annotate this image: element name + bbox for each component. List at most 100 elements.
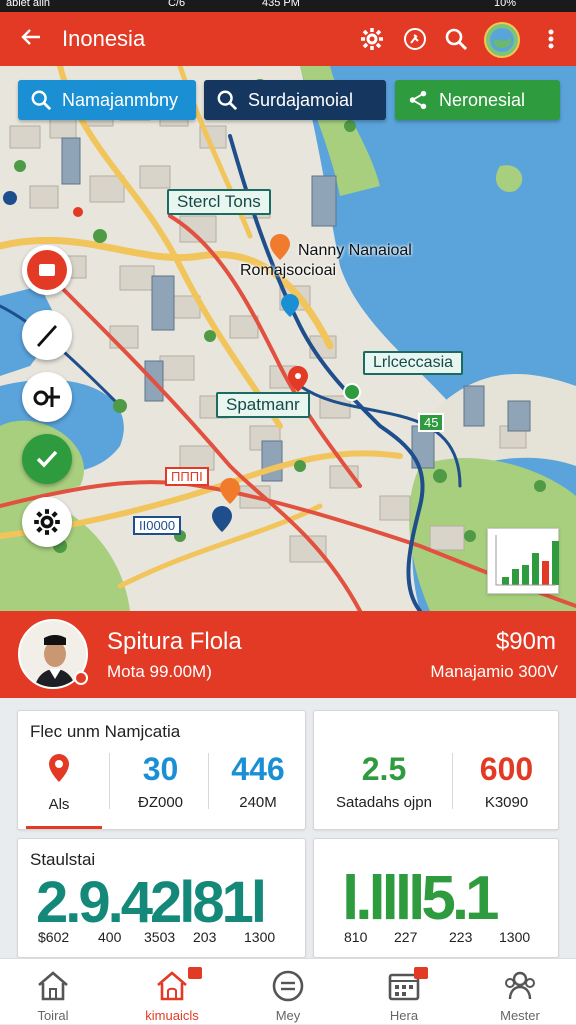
figure-label: 223 (449, 929, 473, 945)
nav-label: Hera (389, 1008, 419, 1023)
divider (109, 753, 110, 809)
run-icon (404, 28, 426, 50)
map-badge-red[interactable]: ΠΠΠΙ (165, 467, 209, 486)
stats-card-2[interactable]: 2.5 Satadahs ojpn 600 K3090 (313, 710, 559, 830)
map-view[interactable]: Stercl Tons Nanny Nanaioal Romajsocioai … (0, 66, 576, 611)
status-carrier: C/6 (168, 0, 186, 9)
stats-card-3[interactable]: Staulstai 2.9.42l81l $602 400 3503 203 1… (17, 838, 306, 958)
metric-600: 600 K3090 (459, 751, 554, 811)
nav-label: kimuaicls (145, 1008, 199, 1023)
status-left-text: ablet alin (6, 0, 51, 9)
figure-label: 227 (394, 929, 418, 945)
mini-chart-bar (542, 561, 549, 585)
avatar[interactable] (484, 22, 520, 58)
nav-label: Mester (500, 1008, 540, 1023)
bottom-nav: Toiral kimuaicls Mey Hera Mester (0, 958, 576, 1024)
settings-button[interactable] (357, 24, 387, 54)
metric-value: 446 (231, 751, 285, 787)
fab-settings[interactable] (22, 497, 72, 547)
sliders-icon (33, 387, 60, 407)
more-vert-icon (548, 29, 554, 49)
mini-chart-bar (502, 577, 509, 585)
mini-chart-bar (532, 553, 539, 585)
arrow-left-icon (21, 29, 40, 45)
metric-als: Als (28, 753, 90, 813)
nav-label: Mey (275, 1008, 301, 1023)
home-badge-icon (157, 971, 187, 1001)
chip-surdajamoial[interactable]: Surdajamoial (204, 80, 386, 120)
metric-2-5: 2.5 Satadahs ojpn (322, 751, 446, 811)
check-icon (36, 450, 58, 468)
metric-label: 240M (239, 794, 277, 811)
figure-label: 400 (98, 929, 122, 945)
profile-amount: $90m (495, 628, 556, 655)
figure-label: 1300 (499, 929, 531, 945)
mini-chart-bar (522, 565, 529, 585)
profile-banner[interactable]: Spitura Flola Mota 99.00M) $90m Manajami… (0, 611, 576, 698)
big-figure: l.llll5.1 (342, 864, 500, 933)
map-label-spatmanr[interactable]: Spatmanr (216, 392, 310, 418)
activity-button[interactable] (400, 24, 430, 54)
search-icon (31, 90, 52, 111)
stats-card-1[interactable]: Flec unm Namjcatia Als 30 ĐZ000 446 240M (17, 710, 306, 830)
big-figure: 2.9.42l81l (36, 870, 267, 935)
nav-item-mey[interactable]: Mey (238, 959, 338, 1025)
profile-name: Spitura Flola (107, 628, 242, 655)
search-icon (217, 90, 238, 111)
status-bar: ablet alin C/6 435 PM 10% (0, 0, 576, 12)
nav-item-hera[interactable]: Hera (354, 959, 454, 1025)
mini-chart[interactable] (487, 528, 559, 594)
online-status-dot (74, 671, 88, 685)
metric-30: 30 ĐZ000 (113, 751, 208, 811)
search-button[interactable] (441, 24, 471, 54)
chip-label: Neronesial (439, 89, 526, 110)
stats-card-4[interactable]: l.llll5.1 810 227 223 1300 (313, 838, 559, 958)
chip-namajanmbny[interactable]: Namajanmbny (18, 80, 196, 120)
active-indicator (26, 826, 102, 829)
fab-draw[interactable] (22, 310, 72, 360)
fab-location[interactable] (22, 245, 72, 295)
mini-chart-svg (495, 535, 559, 586)
metric-label: K3090 (484, 794, 529, 811)
status-time: 435 PM (262, 0, 300, 9)
nav-item-toiral[interactable]: Toiral (3, 959, 103, 1025)
chip-label: Surdajamoial (248, 89, 354, 110)
map-label-ulceccasia[interactable]: Lrlceccasia (363, 351, 464, 375)
nav-item-kimuaicls[interactable]: kimuaicls (122, 959, 222, 1025)
map-badge-green[interactable]: 45 (418, 413, 445, 432)
location-pin-icon (49, 754, 69, 782)
fab-confirm[interactable] (22, 434, 72, 484)
fab-filter[interactable] (22, 372, 72, 422)
metric-446: 446 240M (213, 751, 303, 811)
map-badge-blue[interactable]: ΙΙ0000 (133, 516, 182, 535)
map-label-nanny[interactable]: Nanny Nanaioal (298, 242, 412, 260)
metric-value: 600 (479, 751, 534, 787)
metric-label: Satadahs ojpn (336, 794, 432, 811)
home-icon (38, 971, 68, 1001)
mini-chart-bar (552, 541, 559, 585)
gear-icon (34, 509, 60, 535)
menu-circle-icon (272, 970, 304, 1002)
nav-label: Toiral (37, 1008, 69, 1023)
notification-badge (188, 967, 202, 979)
profile-subtitle: Mota 99.00M) (107, 662, 212, 681)
nav-item-mester[interactable]: Mester (470, 959, 570, 1025)
figure-label: 1300 (244, 929, 276, 945)
metric-value: 30 (142, 751, 179, 787)
filter-chips: Namajanmbny Surdajamoial Neronesial (18, 80, 560, 120)
map-label-street[interactable]: Stercl Tons (167, 189, 271, 215)
more-button[interactable] (536, 24, 566, 54)
back-button[interactable] (16, 22, 46, 56)
map-label-romaj[interactable]: Romajsocioai (240, 262, 336, 280)
figure-label: $602 (38, 929, 70, 945)
figure-label: 3503 (144, 929, 176, 945)
divider (452, 753, 453, 809)
profile-amount-sub: Manajamio 300V (430, 662, 558, 681)
notification-badge (414, 967, 428, 979)
app-bar: Inonesia (0, 12, 576, 66)
card-title: Flec unm Namjcatia (30, 722, 181, 741)
search-icon (445, 28, 468, 51)
mini-chart-bar (512, 569, 519, 585)
chip-neronesial[interactable]: Neronesial (395, 80, 560, 120)
gear-icon (361, 28, 383, 50)
